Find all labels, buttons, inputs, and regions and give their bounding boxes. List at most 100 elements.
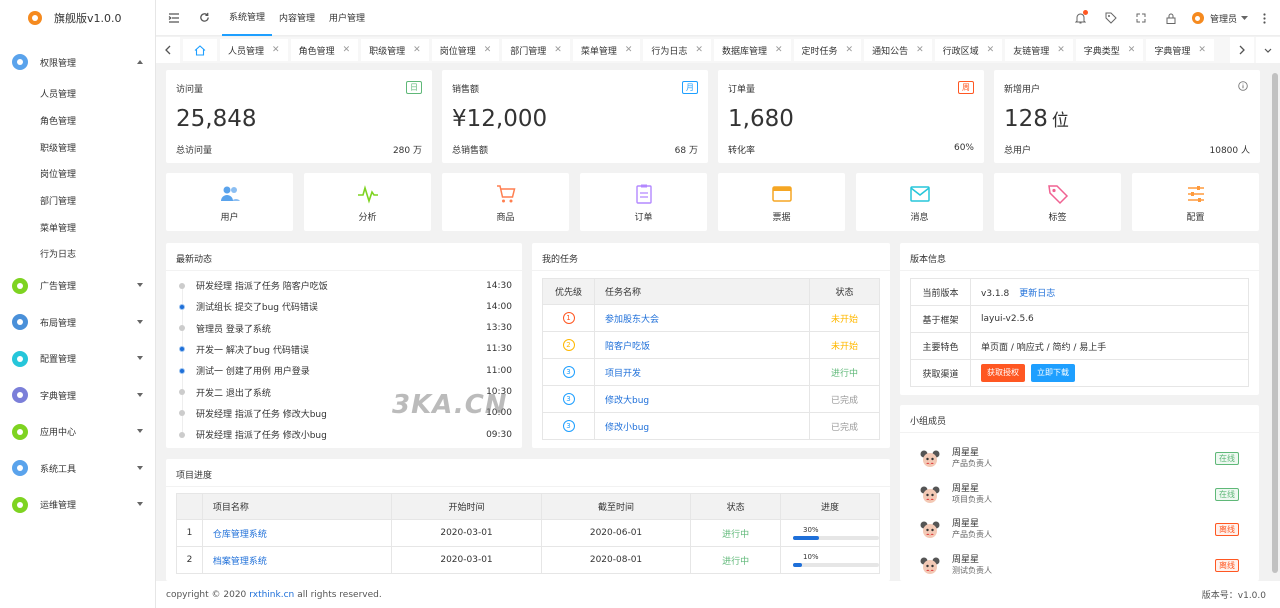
task-link[interactable]: 参加股东大会 <box>605 315 659 325</box>
quick-entry[interactable]: 订单 <box>580 173 707 231</box>
tasks-table: 优先级 任务名称 状态 1 参加股东大会 未开始 2 陪客户吃饭 未开始 3 项目开发 进行中 3… <box>542 278 880 440</box>
close-icon[interactable]: ✕ <box>846 45 854 55</box>
panel-title: 项目进度 <box>176 471 213 481</box>
task-status: 已完成 <box>830 395 858 406</box>
tabs-next-icon[interactable] <box>1230 37 1254 63</box>
quick-entry[interactable]: 标签 <box>994 173 1121 231</box>
project-link[interactable]: 档案管理系统 <box>213 557 267 567</box>
page-tab[interactable]: 岗位管理 ✕ <box>431 39 500 61</box>
sidebar-group[interactable]: 字典管理 <box>0 377 155 414</box>
changelog-link[interactable]: 更新日志 <box>1019 289 1055 299</box>
info-icon[interactable] <box>1238 81 1248 94</box>
close-icon[interactable]: ✕ <box>987 45 995 55</box>
quick-entry[interactable]: 商品 <box>442 173 569 231</box>
sidebar-group[interactable]: 应用中心 <box>0 413 155 450</box>
page-tab[interactable]: 友链管理 ✕ <box>1005 39 1073 61</box>
top-tab[interactable]: 用户管理 <box>322 0 372 36</box>
task-link[interactable]: 修改大bug <box>605 396 649 406</box>
page-tab[interactable]: 部门管理 ✕ <box>502 39 570 61</box>
sidebar-item[interactable]: 人员管理 <box>0 81 155 108</box>
sidebar-item[interactable]: 部门管理 <box>0 187 155 214</box>
project-link[interactable]: 仓库管理系统 <box>213 530 267 540</box>
close-icon[interactable]: ✕ <box>695 45 703 55</box>
page-tab[interactable]: 菜单管理 ✕ <box>572 39 641 61</box>
quick-entry[interactable]: 分析 <box>304 173 431 231</box>
quick-entry[interactable]: 配置 <box>1132 173 1259 231</box>
page-tab[interactable]: 行为日志 ✕ <box>643 39 711 61</box>
sidebar-group[interactable]: 配置管理 <box>0 340 155 377</box>
tab-home[interactable] <box>183 39 217 61</box>
top-tab[interactable]: 内容管理 <box>272 0 322 36</box>
sidebar-item[interactable]: 岗位管理 <box>0 161 155 188</box>
sidebar-group[interactable]: 运维管理 <box>0 486 155 523</box>
timeline-item: 测试组长 提交了bug 代码错误 14:00 <box>176 296 512 317</box>
sidebar-group[interactable]: 系统工具 <box>0 450 155 487</box>
download-button[interactable]: 立即下载 <box>1031 364 1075 382</box>
user-menu[interactable]: 管理员 <box>1186 12 1254 25</box>
footer-link[interactable]: rxthink.cn <box>249 590 294 600</box>
menu-toggle-icon[interactable] <box>166 10 182 26</box>
member-role: 项目负责人 <box>952 494 992 504</box>
sidebar-item[interactable]: 角色管理 <box>0 107 155 134</box>
page-tab[interactable]: 行政区域 ✕ <box>934 39 1003 61</box>
sidebar-item[interactable]: 职级管理 <box>0 134 155 161</box>
menu-group-icon <box>12 54 28 71</box>
page-tab[interactable]: 定时任务 ✕ <box>793 39 862 61</box>
progress-label: 30% <box>803 526 819 534</box>
close-icon[interactable]: ✕ <box>272 45 280 55</box>
page-tab[interactable]: 字典管理 ✕ <box>1146 39 1214 61</box>
task-link[interactable]: 项目开发 <box>605 369 641 379</box>
page-tab[interactable]: 通知公告 ✕ <box>864 39 932 61</box>
more-icon[interactable] <box>1254 0 1274 36</box>
chevron-down-icon <box>137 465 143 470</box>
tabs-prev-icon[interactable] <box>156 37 180 63</box>
timeline-text: 研发经理 指派了任务 修改小bug <box>196 431 327 442</box>
copyright-text: copyright © 2020 <box>166 589 247 600</box>
close-icon[interactable]: ✕ <box>484 45 492 55</box>
close-icon[interactable]: ✕ <box>625 45 633 55</box>
timeline-text: 管理员 登录了系统 <box>196 324 271 335</box>
sidebar-item[interactable]: 菜单管理 <box>0 214 155 241</box>
page-tab[interactable]: 职级管理 ✕ <box>361 39 429 61</box>
page-tab[interactable]: 数据库管理 ✕ <box>713 39 791 61</box>
sidebar-item[interactable]: 行为日志 <box>0 241 155 268</box>
quick-entry[interactable]: 用户 <box>166 173 293 231</box>
stat-title: 订单量 <box>728 85 756 95</box>
close-icon[interactable]: ✕ <box>1057 45 1065 55</box>
fullscreen-icon[interactable] <box>1126 0 1156 36</box>
table-row: 获取渠道 获取授权 立即下载 <box>910 359 1249 387</box>
close-icon[interactable]: ✕ <box>916 45 924 55</box>
stat-sub: 280 万 <box>392 146 422 156</box>
close-icon[interactable]: ✕ <box>1198 45 1206 55</box>
column-header: 状态 <box>690 493 781 520</box>
quick-entry[interactable]: 票据 <box>718 173 845 231</box>
tag-icon[interactable] <box>1096 0 1126 36</box>
avatar <box>920 520 940 540</box>
tabs-menu-icon[interactable] <box>1256 37 1280 63</box>
get-license-button[interactable]: 获取授权 <box>981 364 1025 382</box>
status-badge: 离线 <box>1215 558 1239 572</box>
close-icon[interactable]: ✕ <box>343 45 351 55</box>
close-icon[interactable]: ✕ <box>554 45 562 55</box>
task-link[interactable]: 陪客户吃饭 <box>605 342 650 352</box>
close-icon[interactable]: ✕ <box>413 45 421 55</box>
timeline-text: 测试组长 提交了bug 代码错误 <box>196 303 318 314</box>
page-tab[interactable]: 字典类型 ✕ <box>1075 39 1144 61</box>
sidebar-group[interactable]: 布局管理 <box>0 304 155 341</box>
page-tab[interactable]: 角色管理 ✕ <box>290 39 359 61</box>
app-logo[interactable]: 旗舰版v1.0.0 <box>0 0 155 36</box>
close-icon[interactable]: ✕ <box>775 45 783 55</box>
progress-label: 10% <box>803 553 819 561</box>
sidebar-group[interactable]: 广告管理 <box>0 267 155 304</box>
page-scrollbar[interactable] <box>1270 63 1280 581</box>
bell-icon[interactable] <box>1066 0 1096 36</box>
quick-entry[interactable]: 消息 <box>856 173 983 231</box>
sidebar-group[interactable]: 权限管理 <box>0 44 155 81</box>
close-icon[interactable]: ✕ <box>1128 45 1136 55</box>
page-tab[interactable]: 人员管理 ✕ <box>220 39 288 61</box>
task-link[interactable]: 修改小bug <box>605 423 649 433</box>
top-tab[interactable]: 系统管理 <box>222 0 273 36</box>
page-tab-label: 人员管理 <box>228 46 265 57</box>
lock-icon[interactable] <box>1156 0 1186 36</box>
refresh-icon[interactable] <box>196 10 212 26</box>
